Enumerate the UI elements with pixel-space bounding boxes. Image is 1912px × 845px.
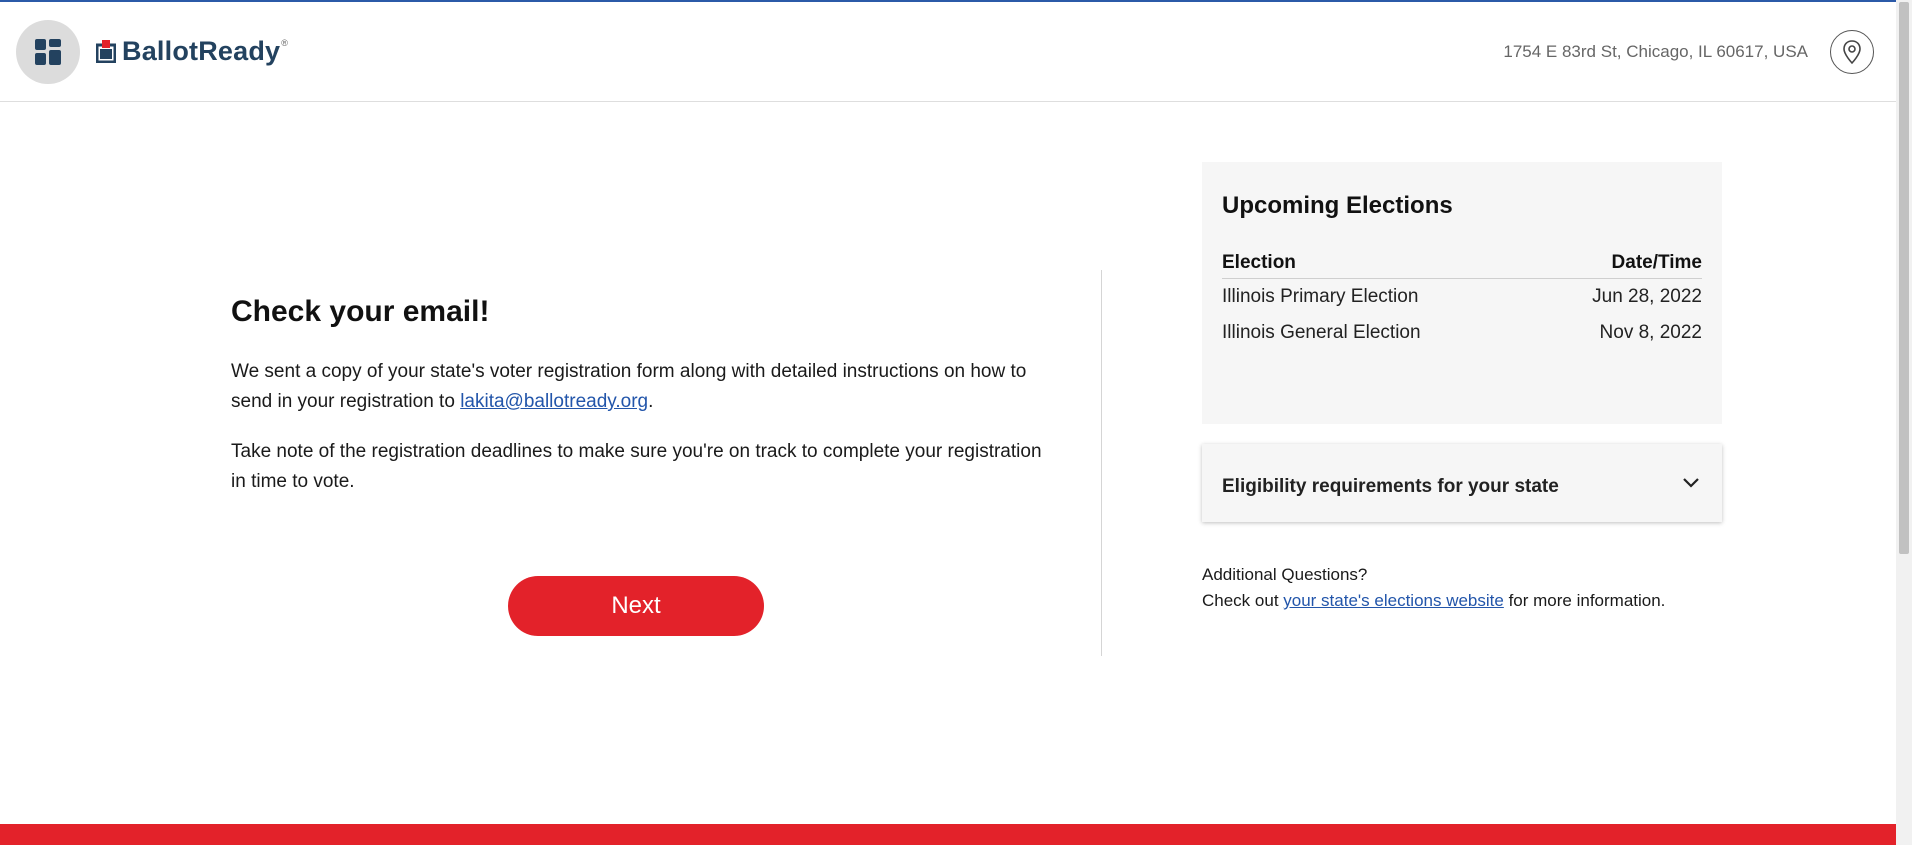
additional-suffix: for more information. <box>1503 591 1666 610</box>
footer-bar <box>0 824 1896 845</box>
additional-questions: Additional Questions? Check out your sta… <box>1202 562 1762 614</box>
eligibility-accordion[interactable]: Eligibility requirements for your state <box>1202 444 1722 522</box>
state-elections-website-link[interactable]: your state's elections website <box>1283 591 1504 610</box>
ballotready-logo[interactable]: BallotReady ® <box>96 34 288 68</box>
column-header-election: Election <box>1222 252 1296 273</box>
next-button[interactable]: Next <box>508 576 764 636</box>
scrollbar-thumb[interactable] <box>1899 2 1909 554</box>
election-date: Jun 28, 2022 <box>1592 286 1702 307</box>
upcoming-elections-title: Upcoming Elections <box>1222 192 1453 219</box>
scrollbar[interactable] <box>1896 0 1912 845</box>
email-sent-paragraph: We sent a copy of your state's voter reg… <box>231 357 1051 417</box>
email-sent-period: . <box>648 391 654 412</box>
ballot-box-logo-icon <box>96 40 116 63</box>
election-name: Illinois Primary Election <box>1222 286 1419 307</box>
additional-questions-heading: Additional Questions? <box>1202 565 1368 584</box>
column-divider <box>1101 270 1102 656</box>
chevron-down-icon <box>1683 478 1699 488</box>
logo-text: BallotReady <box>122 35 281 66</box>
column-header-datetime: Date/Time <box>1611 252 1702 273</box>
upcoming-elections-card: Upcoming Elections Election Date/Time Il… <box>1202 162 1722 424</box>
additional-prefix: Check out <box>1202 591 1284 610</box>
site-header: BallotReady ® 1754 E 83rd St, Chicago, I… <box>0 2 1896 102</box>
eligibility-title: Eligibility requirements for your state <box>1222 476 1559 497</box>
menu-button[interactable] <box>16 20 80 84</box>
map-pin-icon <box>1843 40 1861 65</box>
elections-table: Election Date/Time Illinois Primary Elec… <box>1222 252 1702 351</box>
table-row: Illinois Primary Election Jun 28, 2022 <box>1222 279 1702 315</box>
additional-questions-text: Check out your state's elections website… <box>1202 588 1762 614</box>
confirmation-section: Check your email! We sent a copy of your… <box>231 295 1051 497</box>
election-date: Nov 8, 2022 <box>1599 322 1702 343</box>
elections-table-header: Election Date/Time <box>1222 252 1702 279</box>
dashboard-grid-icon <box>35 39 61 65</box>
email-link[interactable]: lakita@ballotready.org <box>460 391 648 412</box>
page-title: Check your email! <box>231 295 490 328</box>
logo-registered-mark: ® <box>281 38 288 48</box>
election-name: Illinois General Election <box>1222 322 1421 343</box>
table-row: Illinois General Election Nov 8, 2022 <box>1222 315 1702 351</box>
deadline-note-paragraph: Take note of the registration deadlines … <box>231 441 1042 492</box>
current-address: 1754 E 83rd St, Chicago, IL 60617, USA <box>1503 42 1808 61</box>
location-button[interactable] <box>1830 30 1874 74</box>
